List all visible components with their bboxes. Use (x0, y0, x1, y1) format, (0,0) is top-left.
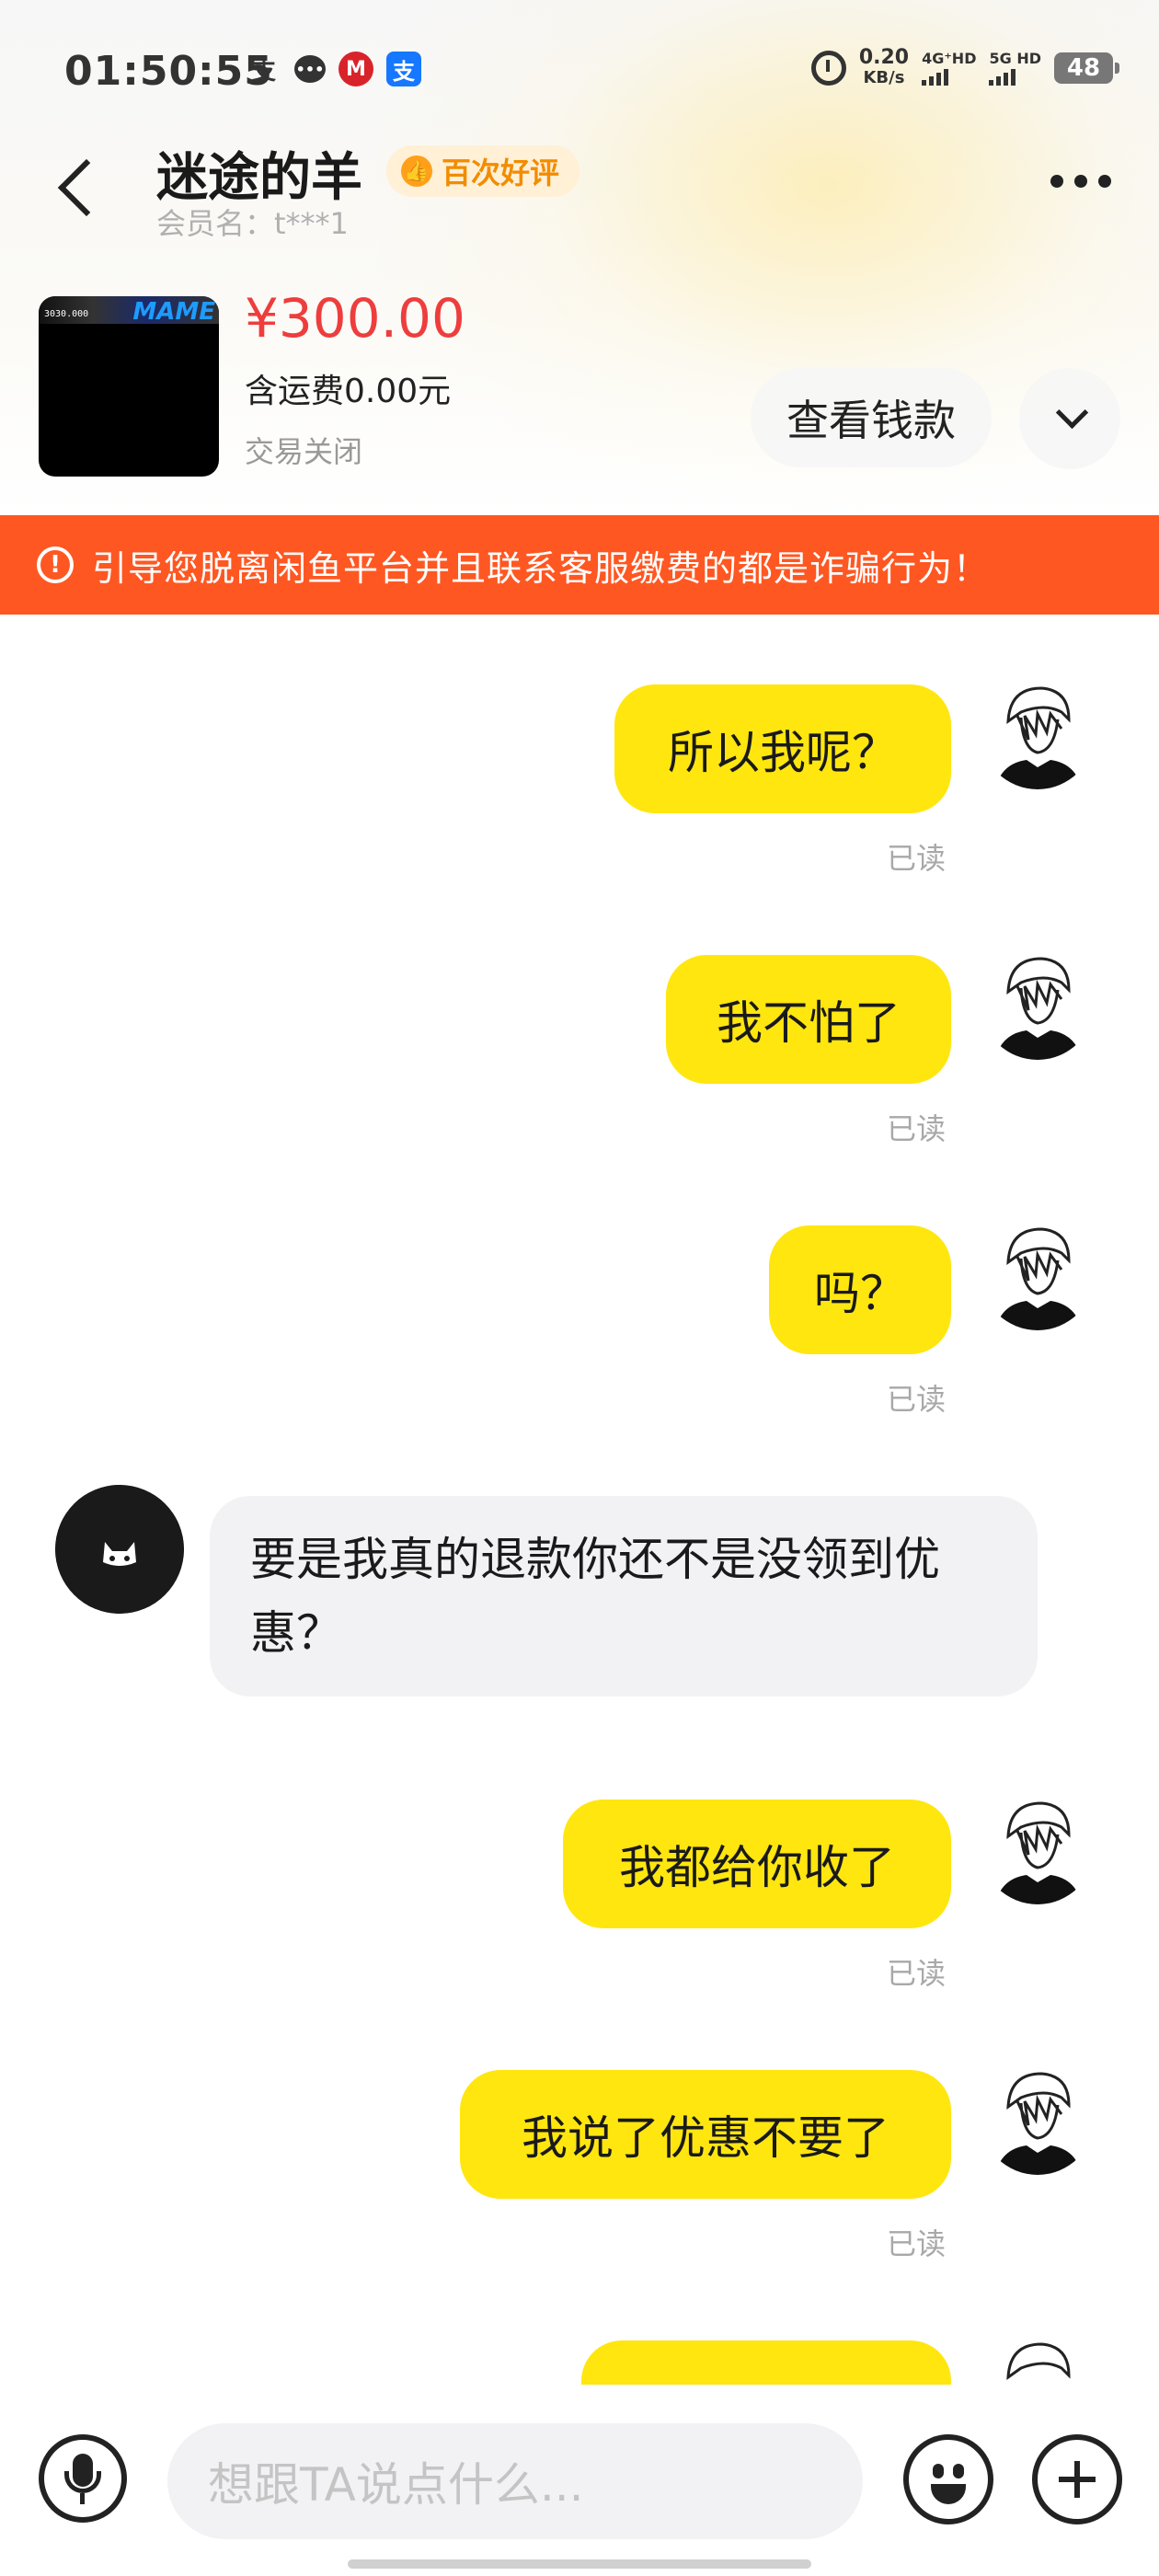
sim1-signal: 4G⁺HD (922, 51, 976, 86)
warning-text: 引导您脱离闲鱼平台并且联系客服缴费的都是诈骗行为！ (92, 547, 990, 589)
metro-notification-icon: M (339, 52, 373, 86)
battery-icon: 48 (1054, 52, 1119, 84)
read-receipt: 已读 (887, 1956, 947, 1991)
my-avatar[interactable] (981, 2061, 1095, 2175)
peer-avatar[interactable] (55, 1485, 184, 1614)
chevron-down-icon[interactable] (1019, 368, 1120, 469)
my-avatar[interactable] (981, 675, 1095, 789)
alarm-icon (810, 51, 846, 86)
my-avatar-partial (981, 2331, 1095, 2385)
network-speed-unit: KB/s (863, 68, 905, 87)
peer-message-bubble[interactable]: 要是我真的退款你还不是没领到优惠？ (210, 1496, 1038, 1696)
read-receipt: 已读 (887, 2226, 947, 2261)
my-message-bubble[interactable]: 吗？ (769, 1225, 951, 1354)
product-price: ¥300.00 (245, 287, 465, 350)
signal-bars-icon (989, 67, 1016, 86)
message-input[interactable]: 想跟TA说点什么... (167, 2423, 863, 2539)
sim2-label: 5G HD (989, 50, 1041, 67)
more-icon[interactable] (1050, 175, 1111, 188)
emoji-icon[interactable] (903, 2434, 993, 2524)
page-title: 迷途的羊 (156, 148, 362, 208)
rating-badge-label: 百次好评 (442, 155, 560, 190)
system-status: 0.20 KB/s 4G⁺HD 5G HD 48 (810, 48, 1119, 88)
member-id: 会员名：t***1 (156, 206, 349, 241)
message-notification-icon: ••• (294, 55, 326, 83)
thumbnail-score: 3030.000 (44, 309, 89, 319)
my-message-bubble[interactable]: 我说了优惠不要了 (460, 2070, 951, 2199)
read-receipt: 已读 (887, 841, 947, 876)
sim1-label: 4G⁺HD (922, 50, 977, 67)
my-message-bubble[interactable]: 我都给你收了 (563, 1800, 951, 1928)
fraud-warning-banner: ! 引导您脱离闲鱼平台并且联系客服缴费的都是诈骗行为！ (0, 515, 1159, 615)
notification-icons: 支 ••• M 支 (247, 52, 421, 86)
my-message-bubble[interactable]: 我不怕了 (666, 955, 951, 1084)
warning-icon: ! (37, 546, 74, 583)
read-receipt: 已读 (887, 1382, 947, 1417)
view-payment-button[interactable]: 查看钱款 (751, 368, 992, 467)
my-message-bubble-partial (581, 2340, 951, 2385)
rating-badge: 👍 百次好评 (386, 145, 580, 197)
alipay-app-icon: 支 (386, 52, 421, 86)
product-thumbnail[interactable]: 3030.000 MAME (39, 296, 219, 477)
mic-icon[interactable] (39, 2434, 127, 2523)
add-icon[interactable] (1032, 2434, 1122, 2524)
my-avatar[interactable] (981, 1216, 1095, 1330)
thumbs-up-icon: 👍 (401, 155, 432, 187)
my-avatar[interactable] (981, 946, 1095, 1060)
read-receipt: 已读 (887, 1111, 947, 1146)
status-bar: 01:50:55 支 ••• M 支 0.20 KB/s 4G⁺HD 5G HD… (0, 0, 1159, 138)
product-shipping: 含运费0.00元 (245, 373, 452, 410)
my-avatar[interactable] (981, 1790, 1095, 1904)
alipay-notification-icon: 支 (251, 57, 276, 86)
home-indicator[interactable] (348, 2559, 811, 2569)
status-time: 01:50:55 (64, 48, 273, 95)
my-message-bubble[interactable]: 所以我呢？ (614, 684, 951, 813)
network-speed: 0.20 KB/s (859, 48, 909, 88)
signal-bars-icon (922, 67, 949, 86)
sim2-signal: 5G HD (989, 51, 1041, 86)
thumbnail-logo: MAME (132, 298, 215, 326)
back-icon[interactable] (53, 155, 109, 219)
trade-status: 交易关闭 (245, 434, 363, 469)
network-speed-value: 0.20 (858, 46, 910, 69)
